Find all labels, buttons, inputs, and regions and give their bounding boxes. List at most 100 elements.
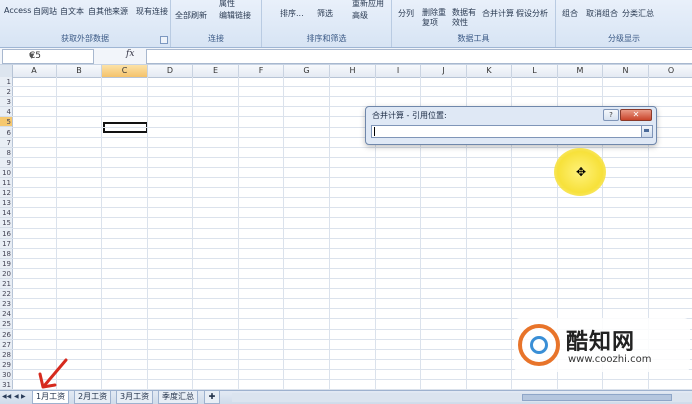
existing-connections-button[interactable]: 现有连接 [136,6,168,17]
grid-line [12,96,692,98]
column-header[interactable]: K [467,65,512,77]
column-header[interactable]: C [102,65,148,77]
from-web-button[interactable]: 自网站 [33,6,57,17]
row-header[interactable]: 5 [0,117,12,128]
dialog-launcher-icon[interactable] [160,36,168,44]
insert-sheet-icon[interactable]: ✚ [204,391,220,404]
row-header[interactable]: 12 [0,188,12,199]
row-header[interactable]: 29 [0,360,12,370]
text-to-columns-button[interactable]: 分列 [398,8,414,19]
column-header[interactable]: N [603,65,649,77]
row-header[interactable]: 7 [0,138,12,148]
grid-line [147,77,148,390]
column-header[interactable]: D [148,65,193,77]
grid-line [12,257,692,259]
grid-line [329,77,330,390]
row-header[interactable]: 19 [0,259,12,269]
active-cell[interactable] [103,122,148,133]
row-header[interactable]: 1 [0,77,12,87]
horizontal-scrollbar[interactable] [232,393,692,402]
group-button[interactable]: 组合 [562,8,578,19]
column-header[interactable]: F [239,65,284,77]
ungroup-button[interactable]: 取消组合 [586,8,618,19]
from-other-sources-button[interactable]: 自其他来源 [88,6,128,17]
remove-duplicates-button[interactable]: 删除重复项 [422,8,448,28]
expand-dialog-icon[interactable] [641,125,653,138]
first-sheet-icon[interactable]: ◀◀ [2,393,11,400]
column-header[interactable]: G [284,65,330,77]
row-header[interactable]: 18 [0,249,12,259]
row-header[interactable]: 25 [0,319,12,330]
grid-line [12,207,692,209]
column-header[interactable]: O [649,65,692,77]
sheet-tab[interactable]: 季度汇总 [158,391,198,404]
what-if-analysis-button[interactable]: 假设分析 [516,8,548,19]
column-header[interactable]: B [57,65,102,77]
select-all-corner[interactable] [0,65,13,77]
grid-line [238,77,239,390]
subtotal-button[interactable]: 分类汇总 [622,8,654,19]
sheet-tab[interactable]: 1月工资 [32,391,70,404]
refresh-all-button[interactable]: 全部刷新 [175,10,207,21]
row-header[interactable]: 31 [0,380,12,390]
group-label: 连接 [208,34,224,43]
advanced-button[interactable]: 高级 [352,10,368,21]
row-header[interactable]: 6 [0,128,12,138]
row-header[interactable]: 15 [0,218,12,229]
row-header[interactable]: 13 [0,198,12,209]
group-connections: 全部刷新 属性 编辑链接 连接 [171,0,262,47]
group-label: 排序和筛选 [306,34,347,43]
row-header[interactable]: 11 [0,178,12,188]
sort-button[interactable]: 排序... [280,8,304,19]
chevron-down-icon[interactable]: ▼ [29,50,91,63]
consolidate-button[interactable]: 合并计算 [482,8,514,19]
filter-button[interactable]: 筛选 [317,8,333,19]
data-validation-button[interactable]: 数据有效性 [452,8,480,28]
properties-button[interactable]: 属性 [219,0,235,9]
row-header[interactable]: 10 [0,168,12,178]
column-header[interactable]: J [421,65,467,77]
row-header[interactable]: 22 [0,289,12,300]
row-header[interactable]: 26 [0,330,12,340]
column-header[interactable]: M [558,65,603,77]
column-header[interactable]: L [512,65,558,77]
row-header[interactable]: 23 [0,299,12,310]
row-header[interactable]: 9 [0,158,12,168]
prev-sheet-icon[interactable]: ◀ [14,393,19,400]
row-header[interactable]: 3 [0,97,12,108]
scrollbar-thumb[interactable] [522,394,672,401]
row-header[interactable]: 21 [0,279,12,289]
next-sheet-icon[interactable]: ▶ [21,393,26,400]
sheet-tab[interactable]: 2月工资 [74,391,112,404]
column-header[interactable]: A [12,65,57,77]
row-header[interactable]: 17 [0,239,12,249]
column-header[interactable]: H [330,65,376,77]
row-header[interactable]: 20 [0,269,12,279]
access-button[interactable]: Access [4,6,31,15]
reapply-button[interactable]: 重新应用 [352,0,384,9]
formula-input[interactable] [146,49,692,64]
row-header[interactable]: 24 [0,309,12,320]
insert-function-button[interactable]: fx [126,49,134,59]
column-header[interactable]: E [193,65,239,77]
row-header[interactable]: 27 [0,340,12,350]
row-header[interactable]: 30 [0,370,12,380]
dialog-title: 合并计算 - 引用位置: [372,111,447,120]
help-button[interactable]: ? [603,109,619,121]
row-header[interactable]: 28 [0,350,12,360]
reference-input[interactable] [371,125,643,138]
sheet-tab[interactable]: 3月工资 [116,391,154,404]
row-header[interactable]: 16 [0,229,12,239]
crosshair-cursor-icon: ✥ [576,165,587,179]
row-header[interactable]: 4 [0,107,12,118]
row-header[interactable]: 8 [0,148,12,158]
row-header[interactable]: 2 [0,87,12,98]
grid-line [283,77,284,390]
column-header[interactable]: I [376,65,421,77]
row-header[interactable]: 14 [0,208,12,219]
close-button[interactable]: ✕ [620,109,652,121]
sheet-tab-bar: ◀◀ ◀ ▶ 1月工资 2月工资 3月工资 季度汇总 ✚ [0,390,692,404]
name-box[interactable]: C5 ▼ [2,49,94,64]
from-text-button[interactable]: 自文本 [60,6,84,17]
edit-links-button[interactable]: 编辑链接 [219,10,251,21]
